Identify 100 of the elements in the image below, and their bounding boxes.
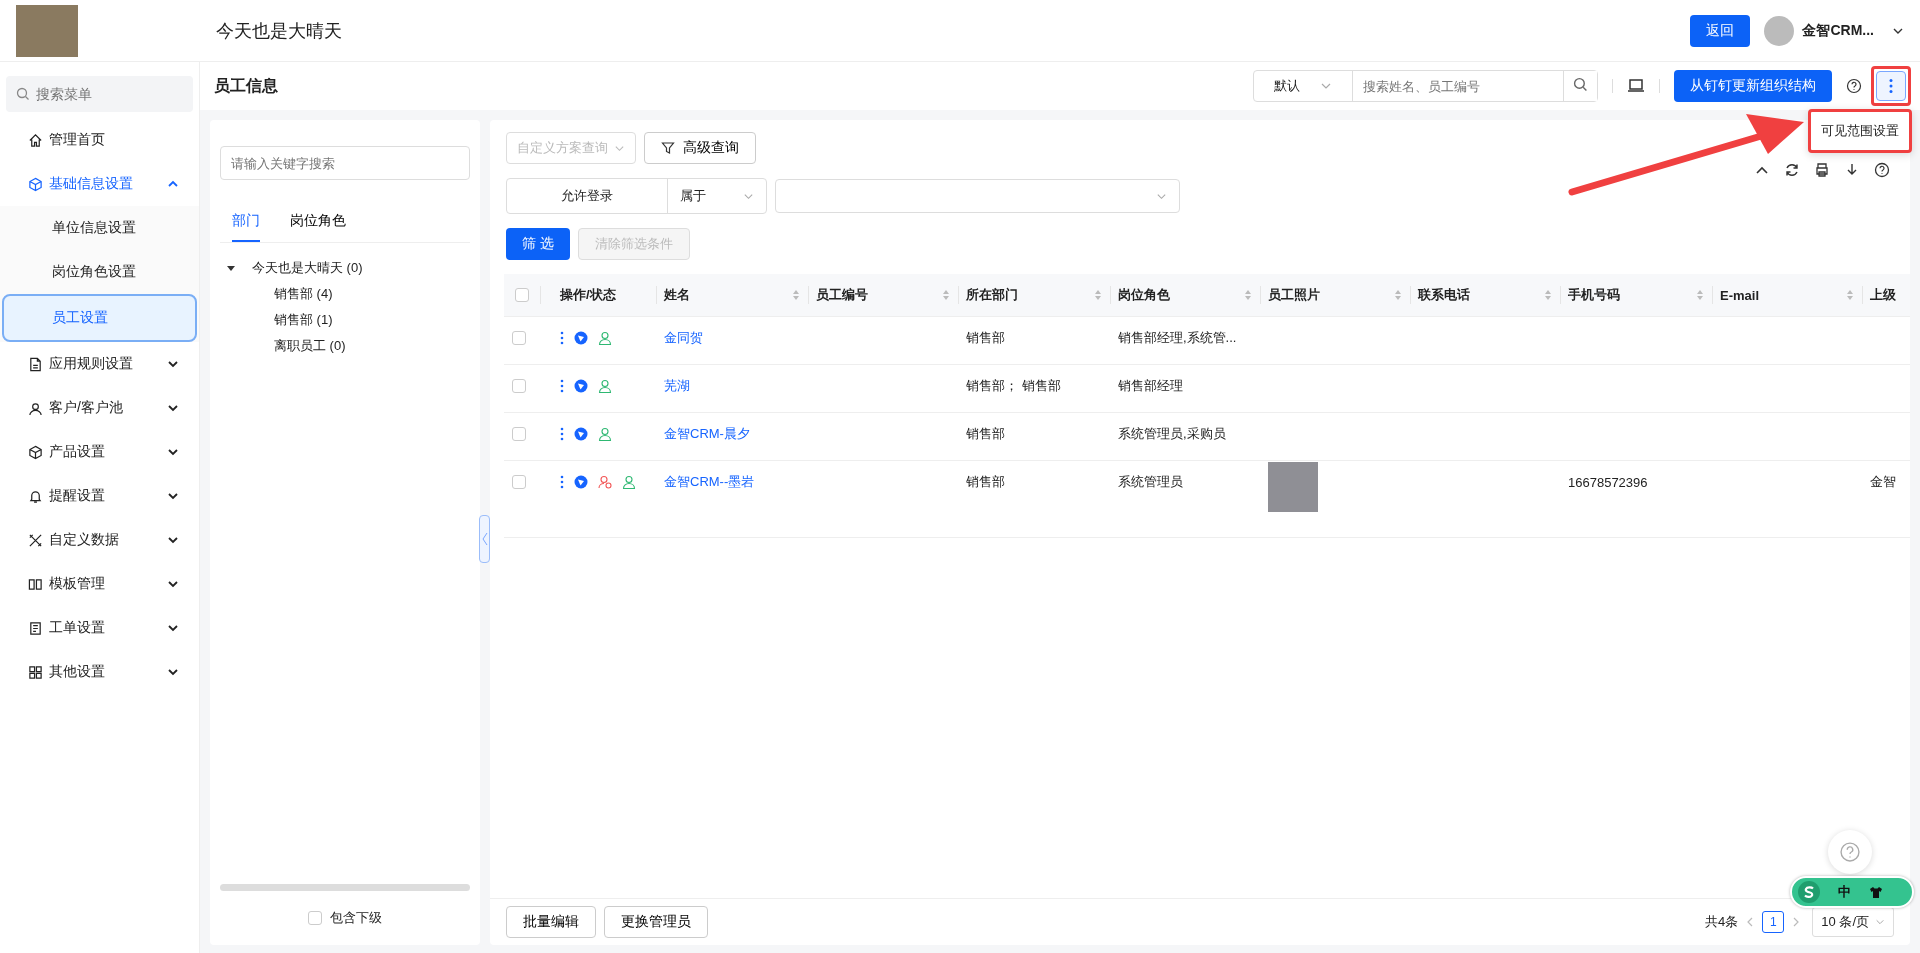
menu-item[interactable]: 管理首页: [0, 118, 199, 162]
checkbox[interactable]: [512, 331, 526, 345]
prev-page-icon[interactable]: [1746, 917, 1755, 927]
sort-icon[interactable]: [1846, 289, 1854, 301]
sort-icon[interactable]: [1244, 289, 1252, 301]
column-header[interactable]: 姓名: [664, 286, 690, 304]
checkbox[interactable]: [512, 475, 526, 489]
refresh-icon[interactable]: [1784, 162, 1800, 178]
page-button[interactable]: 1: [1762, 911, 1785, 933]
help-icon: [1839, 841, 1861, 863]
column-header[interactable]: 联系电话: [1418, 286, 1470, 304]
layout-icon: [28, 576, 43, 592]
action-button[interactable]: 更换管理员: [604, 906, 708, 938]
sort-icon[interactable]: [792, 289, 800, 301]
submenu-item[interactable]: 单位信息设置: [0, 206, 199, 250]
submenu-item[interactable]: 员工设置: [2, 294, 197, 342]
menu-item[interactable]: 客户/客户池: [0, 386, 199, 430]
column-header[interactable]: 所在部门: [966, 286, 1018, 304]
checkbox[interactable]: [308, 911, 322, 925]
sort-icon[interactable]: [1094, 289, 1102, 301]
search-button[interactable]: [1563, 71, 1597, 101]
menu-item[interactable]: 可见范围设置: [1811, 118, 1909, 144]
advanced-search-button[interactable]: 高级查询: [644, 132, 756, 164]
menu-item[interactable]: 基础信息设置: [0, 162, 199, 206]
menu-item[interactable]: 应用规则设置: [0, 342, 199, 386]
search-bar[interactable]: 默认 搜索姓名、员工编号: [1253, 70, 1598, 102]
printer-icon[interactable]: [1814, 162, 1830, 178]
bell-icon: [28, 488, 43, 504]
more-icon[interactable]: [560, 475, 564, 489]
column-header[interactable]: 上级: [1870, 286, 1896, 304]
help-icon[interactable]: [1846, 78, 1862, 94]
chevron-down-icon: [167, 534, 179, 546]
search-icon: [16, 87, 30, 101]
search-field[interactable]: 搜索菜单: [6, 76, 193, 112]
filter-field[interactable]: 允许登录: [507, 179, 668, 213]
operator-dropdown[interactable]: 属于: [668, 179, 766, 213]
sync-button[interactable]: 从钉钉更新组织结构: [1674, 70, 1832, 102]
tree-item[interactable]: 今天也是大晴天 (0): [252, 259, 363, 277]
more-icon[interactable]: [560, 331, 564, 345]
employee-name-link[interactable]: 金同贺: [664, 329, 703, 347]
more-icon[interactable]: [560, 427, 564, 441]
column-header[interactable]: 员工编号: [816, 286, 868, 304]
avatar[interactable]: [1764, 15, 1795, 46]
user-icon: [598, 427, 612, 441]
checkbox[interactable]: [512, 427, 526, 441]
more-button[interactable]: [1876, 71, 1906, 101]
menu-item[interactable]: 自定义数据: [0, 518, 199, 562]
checkbox[interactable]: [512, 379, 526, 393]
tree-item[interactable]: 销售部 (1): [226, 307, 470, 333]
menu-item[interactable]: 其他设置: [0, 650, 199, 694]
employee-name-link[interactable]: 金智CRM-晨夕: [664, 425, 750, 443]
total-count: 共4条: [1705, 913, 1739, 931]
more-icon[interactable]: [560, 379, 564, 393]
column-header[interactable]: 手机号码: [1568, 286, 1620, 304]
sort-icon[interactable]: [1544, 289, 1552, 301]
sort-icon[interactable]: [942, 289, 950, 301]
submenu-item[interactable]: 岗位角色设置: [0, 250, 199, 294]
ime-toolbar[interactable]: 中: [1790, 876, 1914, 908]
checkbox[interactable]: [515, 288, 529, 302]
filter-button[interactable]: 筛 选: [506, 228, 570, 260]
column-header[interactable]: E-mail: [1720, 287, 1759, 303]
sort-icon[interactable]: [1696, 289, 1704, 301]
back-button[interactable]: 返回: [1690, 14, 1751, 47]
table-cell: 销售部经理,系统管...: [1118, 329, 1237, 347]
chevron-down-icon: [167, 446, 179, 458]
help-icon[interactable]: [1874, 162, 1890, 178]
user-icon: [622, 475, 636, 489]
laptop-icon[interactable]: [1627, 78, 1645, 94]
menu-item[interactable]: 模板管理: [0, 562, 199, 606]
search-input[interactable]: 搜索菜单: [34, 85, 178, 103]
caret-down-icon[interactable]: [226, 263, 236, 273]
column-header[interactable]: 员工照片: [1268, 286, 1320, 304]
app-title: 今天也是大晴天: [216, 19, 342, 43]
employee-name-link[interactable]: 芜湖: [664, 377, 690, 395]
menu-item[interactable]: 工单设置: [0, 606, 199, 650]
employee-name-link[interactable]: 金智CRM--墨岩: [664, 473, 755, 491]
tree-item[interactable]: 销售部 (4): [226, 281, 470, 307]
column-header[interactable]: 操作/状态: [560, 286, 616, 304]
photo-placeholder: [16, 4, 78, 57]
tab[interactable]: 部门: [232, 206, 260, 242]
next-page-icon[interactable]: [1792, 917, 1801, 927]
menu-item[interactable]: 提醒设置: [0, 474, 199, 518]
search-field[interactable]: 请输入关键字搜索: [220, 146, 470, 180]
scrollbar[interactable]: [220, 884, 470, 891]
highlight-box: [1871, 66, 1911, 106]
filter-icon: [661, 141, 675, 155]
action-button[interactable]: 批量编辑: [506, 906, 596, 938]
table-cell: 销售部经理: [1118, 377, 1183, 395]
tree-item[interactable]: 离职员工 (0): [226, 333, 470, 359]
chevron-down-icon: [167, 622, 179, 634]
value-dropdown[interactable]: [775, 179, 1180, 213]
menu-label: 产品设置: [49, 443, 106, 461]
tab[interactable]: 岗位角色: [290, 206, 346, 242]
collapse-handle[interactable]: [479, 515, 490, 563]
sort-icon[interactable]: [1394, 289, 1402, 301]
menu-item[interactable]: 产品设置: [0, 430, 199, 474]
menu-label: 管理首页: [49, 131, 106, 149]
chevron-down-icon: [167, 578, 179, 590]
user-name[interactable]: 金智CRM...: [1802, 21, 1874, 40]
column-header[interactable]: 岗位角色: [1118, 286, 1170, 304]
